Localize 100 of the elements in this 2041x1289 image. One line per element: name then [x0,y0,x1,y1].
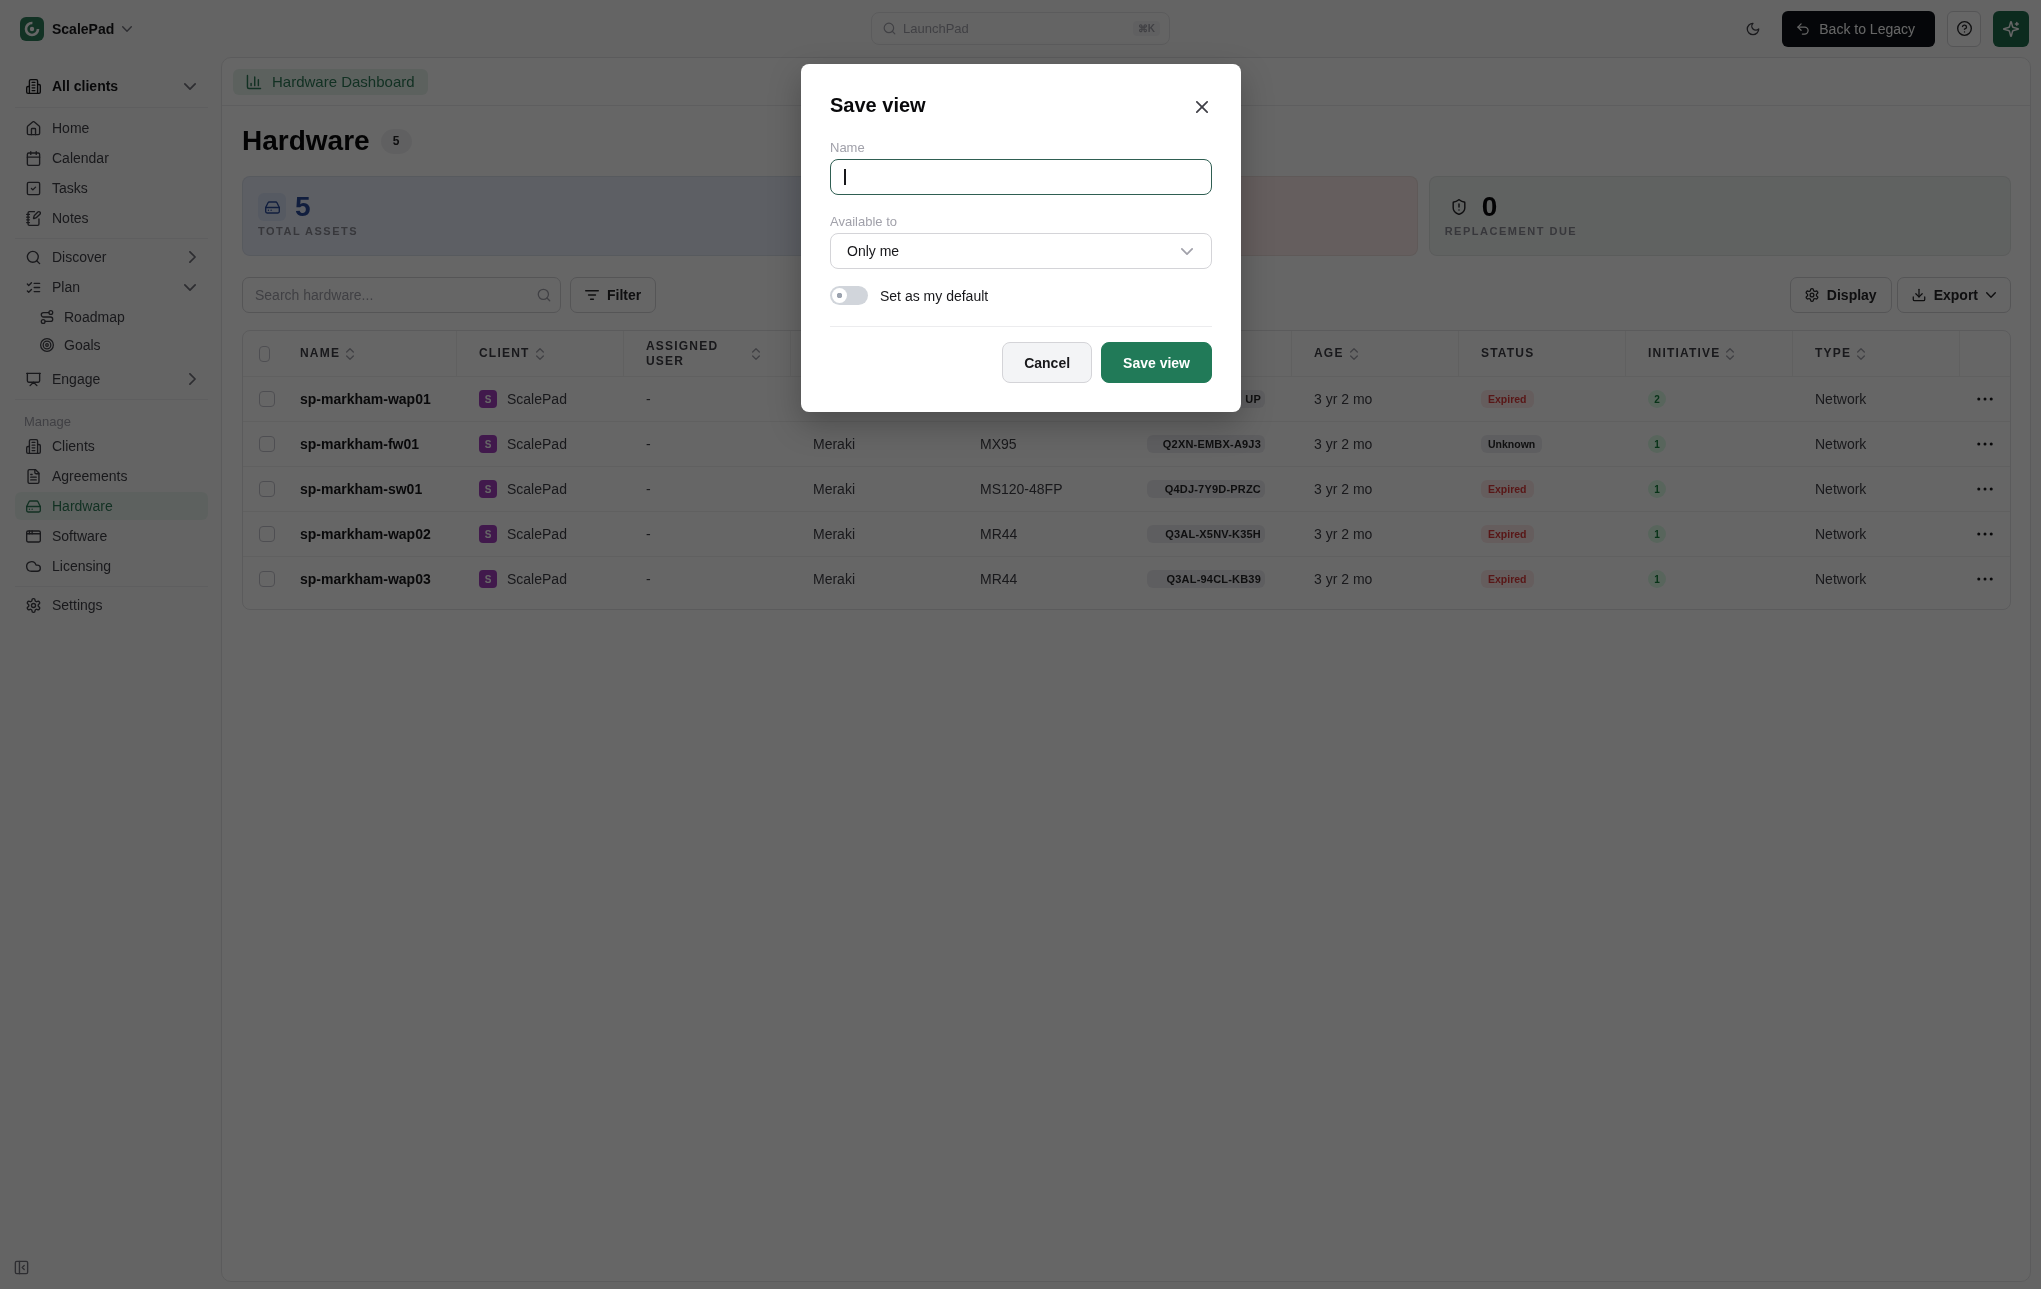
client-avatar: S [479,570,497,588]
age-text: 3 yr 2 mo [1314,391,1373,407]
asset-name: sp-markham-fw01 [300,436,420,452]
save-view-button[interactable]: Save view [1101,342,1212,383]
name-input[interactable] [830,159,1212,195]
sidebar-item[interactable]: Hardware [15,492,208,520]
column-header: INITIATIVE [1648,346,1721,361]
shield-icon [1450,199,1467,215]
sidebar-item[interactable]: Plan [15,273,208,301]
column-header: ASSIGNED USER [646,338,720,369]
cloud-icon [26,558,41,574]
initiative-count: 1 [1648,570,1666,588]
age-text: 3 yr 2 mo [1314,571,1373,587]
more-icon[interactable] [1977,577,1993,581]
serial-number-tag: Q3AL-X5NV-K35H [1147,525,1265,543]
back-to-legacy-button[interactable]: Back to Legacy [1782,10,1935,47]
sidebar-item[interactable]: Settings [15,591,208,619]
column-header: TYPE [1815,346,1852,361]
workspace-switcher[interactable]: ScalePad [20,16,133,41]
field-label: Name [830,140,865,156]
close-icon[interactable] [1196,101,1208,113]
serial-number-tag: Q3AL-94CL-KB39 [1147,570,1265,588]
type-text: Network [1815,481,1867,497]
assigned-user: - [646,481,651,497]
status-tag: Expired [1481,390,1534,408]
export-button[interactable]: Export [1896,277,2011,313]
sort-icon[interactable] [1349,347,1358,360]
sort-icon[interactable] [1857,347,1866,360]
sort-icon[interactable] [1726,347,1735,360]
checklist-icon [26,279,41,295]
column-header: AGE [1314,346,1344,361]
presentation-board-icon [26,371,41,387]
cancel-button[interactable]: Cancel [1002,342,1093,383]
sidebar-item[interactable]: Calendar [15,144,208,172]
dialog-title: Save view [830,93,926,117]
type-text: Network [1815,391,1867,407]
client-switcher[interactable]: All clients [15,72,208,100]
visibility-select[interactable]: Only me [830,233,1212,269]
client-name: ScalePad [507,481,567,497]
row-checkbox[interactable] [259,526,275,542]
route-icon [40,310,54,324]
model-text: MR44 [980,526,1018,542]
serial-number-tag: Q4DJ-7Y9D-PRZC [1147,480,1265,498]
more-icon[interactable] [1977,487,1993,491]
home-icon [26,120,41,136]
window-icon [26,528,41,544]
row-checkbox[interactable] [259,436,275,452]
sidebar-item[interactable]: Agreements [15,462,208,490]
settings-icon [26,597,41,613]
help-icon [1956,21,1972,36]
serial-number-tag: Q2XN-EMBX-A9J3 [1147,435,1265,453]
type-text: Network [1815,571,1867,587]
sort-icon[interactable] [535,347,544,360]
more-icon[interactable] [1977,532,1993,536]
moon-icon[interactable] [1746,21,1761,36]
filter-button[interactable]: Filter [570,277,657,313]
status-tag: Unknown [1481,435,1543,453]
sort-icon[interactable] [346,347,355,360]
select-all-checkbox[interactable] [259,345,270,362]
column-header: NAME [300,346,341,361]
vendor-text: Meraki [813,526,855,542]
document-icon [26,468,41,484]
initiative-count: 1 [1648,525,1666,543]
sidebar-item[interactable]: Roadmap [15,303,208,331]
display-button[interactable]: Display [1789,277,1892,313]
building-icon [26,438,41,454]
sort-icon[interactable] [752,347,760,360]
collapse-sidebar-icon[interactable] [14,1260,29,1275]
item-count: 5 [380,128,412,154]
asset-name: sp-markham-wap01 [300,391,431,407]
more-icon[interactable] [1977,442,1993,446]
help-button[interactable] [1947,10,1981,47]
stat-value: 0 [1481,193,1498,221]
status-tag: Expired [1481,480,1534,498]
age-text: 3 yr 2 mo [1314,526,1373,542]
sidebar-item[interactable]: Engage [15,365,208,393]
asset-name: sp-markham-wap02 [300,526,431,542]
asset-name: sp-markham-wap03 [300,571,431,587]
sidebar-item[interactable]: Notes [15,204,208,232]
more-icon[interactable] [1977,397,1993,401]
initiative-count: 2 [1648,390,1666,408]
dashboard-tab[interactable]: Hardware Dashboard [233,68,428,95]
sidebar-item[interactable]: Discover [15,243,208,271]
sparkle-button[interactable] [1993,10,2029,47]
sidebar-item[interactable]: Goals [15,331,208,359]
row-checkbox[interactable] [259,481,275,497]
sidebar-item[interactable]: Software [15,522,208,550]
default-toggle[interactable] [830,286,868,305]
row-checkbox[interactable] [259,391,275,407]
vendor-text: Meraki [813,481,855,497]
sidebar-item[interactable]: Licensing [15,552,208,580]
chevron-down-icon [122,25,133,32]
sidebar-item[interactable]: Clients [15,432,208,460]
sidebar-item[interactable]: Tasks [15,174,208,202]
asset-name: sp-markham-sw01 [300,481,423,497]
model-text: MS120-48FP [980,481,1063,497]
sparkles-icon [2003,20,2019,37]
sidebar-item[interactable]: Home [15,114,208,142]
row-checkbox[interactable] [259,571,275,587]
search-icon [883,22,896,35]
